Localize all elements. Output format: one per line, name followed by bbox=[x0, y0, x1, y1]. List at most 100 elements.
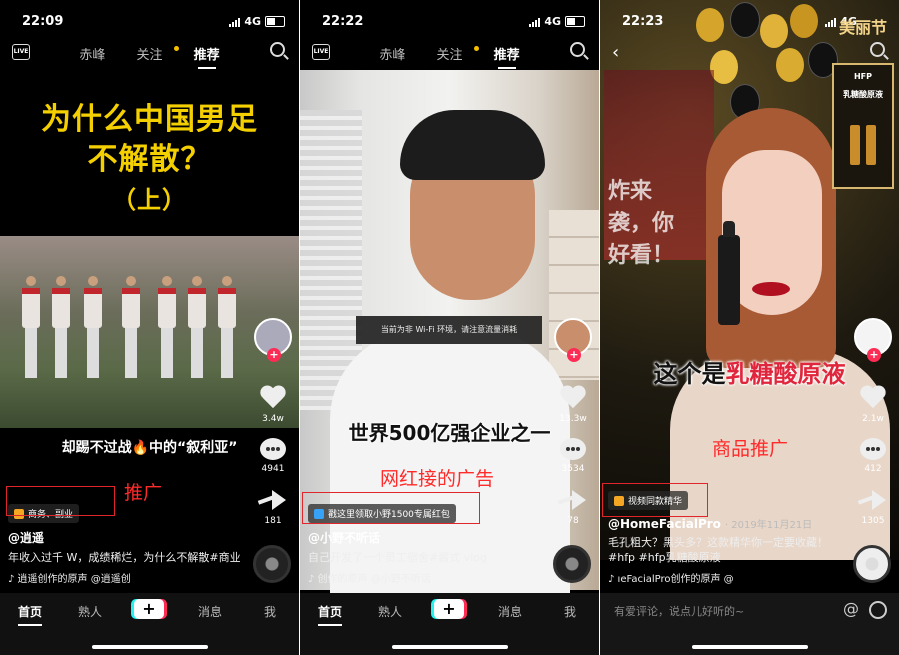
network-label: 4G bbox=[544, 15, 561, 28]
tab-inbox[interactable]: 消息 bbox=[498, 603, 522, 620]
follow-plus-icon[interactable]: + bbox=[267, 348, 281, 362]
product-bottle-icon bbox=[850, 125, 860, 165]
home-indicator bbox=[692, 645, 808, 649]
share-count: 1305 bbox=[861, 516, 885, 526]
event-brand-text: 美丽节 bbox=[838, 18, 887, 37]
comment-bar: 有爱评论，说点儿好听的~ @ bbox=[600, 593, 899, 655]
tab-friends[interactable]: 熟人 bbox=[78, 603, 102, 620]
back-arrow-icon[interactable]: ‹ bbox=[612, 42, 619, 63]
tab-inbox[interactable]: 消息 bbox=[198, 603, 222, 620]
product-bottle-icon bbox=[866, 125, 876, 165]
tab-following[interactable]: 关注 bbox=[127, 46, 179, 63]
serum-bottle bbox=[718, 221, 740, 325]
top-nav: LIVE 赤峰 关注 推荐 bbox=[300, 42, 599, 66]
create-button[interactable]: + bbox=[434, 599, 464, 619]
annotation-box bbox=[6, 486, 115, 516]
like-count: 13.3w bbox=[559, 414, 587, 424]
avatar[interactable]: + bbox=[554, 318, 592, 362]
home-indicator bbox=[392, 645, 508, 649]
comment-icon[interactable] bbox=[860, 438, 886, 460]
share-icon[interactable] bbox=[572, 490, 586, 510]
video-description: 自己开发了一个员工宿舍#酱式 vlog bbox=[308, 551, 487, 564]
annotation-label: 网红接的广告 bbox=[380, 468, 495, 490]
battery-icon bbox=[265, 16, 285, 27]
status-bar: 22:22 4G bbox=[300, 12, 599, 32]
status-bar: 22:09 4G bbox=[0, 12, 299, 32]
tab-me[interactable]: 我 bbox=[564, 603, 576, 620]
product-ad-card[interactable]: HFP 乳糖酸原液 bbox=[832, 63, 894, 189]
comment-icon[interactable] bbox=[260, 438, 286, 460]
tab-me[interactable]: 我 bbox=[264, 603, 276, 620]
phone-screen-2: 22:22 4G LIVE 赤峰 关注 推荐 当前为非 Wi-Fi 环境，请注意… bbox=[300, 0, 599, 655]
music-label[interactable]: ♪ ıeFacialPro创作的原声 @ bbox=[608, 570, 845, 585]
tab-friends[interactable]: 熟人 bbox=[378, 603, 402, 620]
video-title-overlay: 为什么中国男足 不解散？ （上） bbox=[41, 102, 258, 214]
new-dot-icon bbox=[473, 46, 479, 51]
home-indicator bbox=[92, 645, 208, 649]
video-description: 毛孔粗大？黑头多？这款精华你一定要收藏！ bbox=[608, 536, 828, 549]
search-icon[interactable] bbox=[870, 42, 885, 57]
tab-following[interactable]: 关注 bbox=[427, 46, 479, 63]
music-label[interactable]: ♪ 逍遥创作的原声 @逍遥创 bbox=[8, 570, 245, 585]
tab-home[interactable]: 首页 bbox=[318, 603, 343, 626]
status-time: 22:22 bbox=[322, 14, 364, 29]
like-count: 2.1w bbox=[862, 414, 884, 424]
action-rail: + 2.1w 412 1305 bbox=[853, 318, 893, 526]
tab-home[interactable]: 首页 bbox=[18, 603, 43, 626]
like-icon[interactable] bbox=[260, 386, 286, 410]
action-rail: + 3.4w 4941 181 bbox=[253, 318, 293, 526]
comment-icon[interactable] bbox=[560, 438, 586, 460]
tab-local[interactable]: 赤峰 bbox=[379, 48, 405, 63]
post-date: · 2019年11月21日 bbox=[724, 520, 813, 531]
share-icon[interactable] bbox=[872, 490, 886, 510]
comment-input[interactable]: 有爱评论，说点儿好听的~ bbox=[614, 603, 744, 619]
video-hashtags[interactable]: #hfp #hfp乳糖酸原液 bbox=[608, 550, 845, 565]
like-icon[interactable] bbox=[560, 386, 586, 410]
music-disc-icon[interactable] bbox=[553, 545, 591, 583]
phone-screen-3: 炸来袭，你好看！ 美丽节 HFP 乳糖酸原液 22:23 4G ‹ 这个是乳糖酸… bbox=[600, 0, 899, 655]
share-icon[interactable] bbox=[272, 490, 286, 510]
create-button[interactable]: + bbox=[134, 599, 164, 619]
author-handle[interactable]: @逍遥 bbox=[8, 529, 245, 546]
video-description: 年收入过千 W，成绩稀烂，为什么不解散#商业 bbox=[8, 551, 241, 564]
video-info: 商务、副业 @逍遥 年收入过千 W，成绩稀烂，为什么不解散#商业 ♪ 逍遥创作的… bbox=[8, 504, 245, 585]
avatar[interactable]: + bbox=[854, 318, 892, 362]
action-rail: + 13.3w 3534 78 bbox=[553, 318, 593, 526]
network-label: 4G bbox=[244, 15, 261, 28]
emoji-icon[interactable] bbox=[869, 601, 887, 619]
music-disc-icon[interactable] bbox=[253, 545, 291, 583]
battery-icon bbox=[565, 16, 585, 27]
phone-screen-1: 22:09 4G LIVE 赤峰 关注 推荐 为什么中国男足 不解散？ （上） … bbox=[0, 0, 299, 655]
share-count: 78 bbox=[567, 516, 579, 526]
host-lips bbox=[752, 282, 790, 296]
tab-recommend[interactable]: 推荐 bbox=[494, 48, 520, 63]
comment-count: 3534 bbox=[561, 464, 585, 474]
annotation-label: 推广 bbox=[124, 482, 163, 504]
top-nav: ‹ bbox=[600, 42, 899, 66]
annotation-box bbox=[602, 483, 708, 517]
search-icon[interactable] bbox=[270, 42, 285, 57]
like-count: 3.4w bbox=[262, 414, 284, 424]
tab-local[interactable]: 赤峰 bbox=[79, 48, 105, 63]
annotation-box bbox=[302, 492, 480, 524]
status-time: 22:23 bbox=[622, 14, 664, 29]
music-disc-icon[interactable] bbox=[853, 545, 891, 583]
signal-icon bbox=[229, 17, 241, 27]
like-icon[interactable] bbox=[860, 386, 886, 410]
tab-recommend[interactable]: 推荐 bbox=[194, 48, 220, 63]
author-handle[interactable]: @HomeFacialPro bbox=[608, 517, 721, 531]
follow-plus-icon[interactable]: + bbox=[567, 348, 581, 362]
annotation-label: 商品推广 bbox=[712, 438, 789, 460]
signal-icon bbox=[529, 17, 541, 27]
comment-count: 412 bbox=[864, 464, 882, 474]
bottom-tab-bar: 首页 熟人 + 消息 我 bbox=[0, 593, 299, 655]
signal-icon bbox=[825, 17, 837, 27]
music-label[interactable]: ♪ 创作的原声 @小野不听话 bbox=[308, 570, 545, 585]
comment-count: 4941 bbox=[261, 464, 285, 474]
mention-icon[interactable]: @ bbox=[843, 599, 859, 618]
author-handle[interactable]: @小野不听话 bbox=[308, 529, 545, 546]
avatar[interactable]: + bbox=[254, 318, 292, 362]
follow-plus-icon[interactable]: + bbox=[867, 348, 881, 362]
status-time: 22:09 bbox=[22, 14, 64, 29]
search-icon[interactable] bbox=[570, 42, 585, 57]
